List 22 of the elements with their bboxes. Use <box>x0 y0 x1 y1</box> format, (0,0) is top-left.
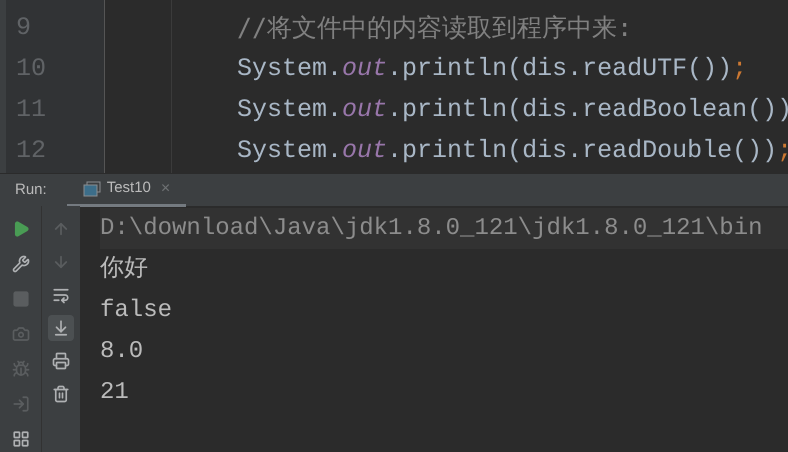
console-output: false <box>100 296 172 326</box>
camera-icon <box>12 325 30 343</box>
code-line: System.out.println(dis.readDouble()); <box>237 135 788 167</box>
wrap-icon <box>52 286 70 304</box>
down-arrow-icon <box>52 253 70 271</box>
bug-icon <box>12 360 30 378</box>
wrench-icon <box>12 255 30 273</box>
printer-icon <box>52 352 70 370</box>
scroll-end-icon <box>52 319 70 337</box>
console-output: 21 <box>100 378 129 408</box>
trash-icon <box>52 385 70 403</box>
code-line: System.out.println(dis.readUTF()); <box>237 53 748 85</box>
console-output: 你好 <box>100 255 148 285</box>
layout-icon <box>12 430 30 448</box>
code-line: System.out.println(dis.readBoolean()) <box>237 94 788 126</box>
scroll-end-button[interactable] <box>48 315 74 341</box>
code-comment: //将文件中的内容读取到程序中来: <box>237 12 632 44</box>
login-icon <box>12 395 30 413</box>
console-output: 8.0 <box>100 337 144 367</box>
stop-icon <box>12 290 30 308</box>
run-label: Run: <box>15 180 47 200</box>
console-window-icon <box>82 180 101 196</box>
